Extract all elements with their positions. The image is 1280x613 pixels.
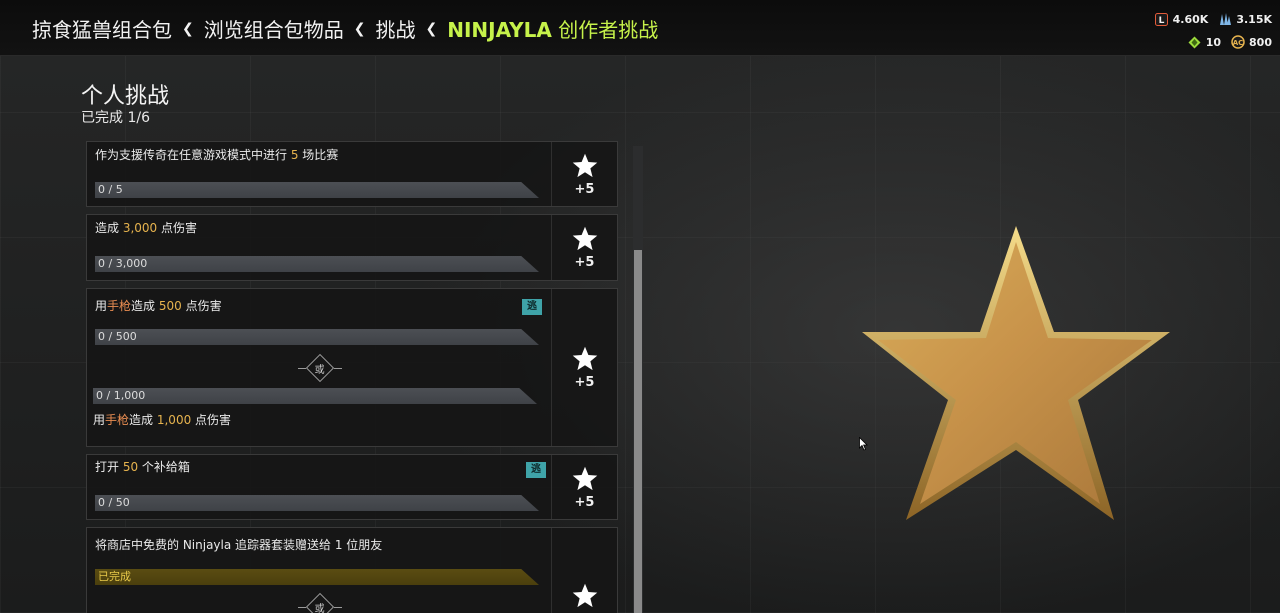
reward-points: +5 [574, 375, 595, 390]
scrollbar-thumb[interactable] [634, 250, 642, 613]
challenge-list: 作为支援传奇在任意游戏模式中进行 5 场比赛 0 / 5 +5 造成 3,000… [86, 141, 618, 613]
challenge-card[interactable]: 用手枪造成 500 点伤害 逃 0 / 500 或 0 / 1,000 用手枪造… [86, 288, 618, 447]
currency-panel: L 4.60K 3.15K 10 AC 800 [1155, 10, 1272, 56]
breadcrumb: 掠食猛兽组合包 ❮ 浏览组合包物品 ❮ 挑战 ❮ NINJAYLA 创作者挑战 [32, 14, 658, 43]
progress-bar: 0 / 5 [95, 182, 539, 198]
reward-panel: +5 [551, 455, 617, 519]
gold-star-reward-icon [862, 226, 1170, 520]
challenge-title: 造成 3,000 点伤害 [95, 221, 198, 235]
reward-points: +5 [574, 494, 595, 510]
reward-points: +5 [574, 181, 595, 197]
breadcrumb-current-cn: 创作者挑战 [551, 18, 659, 42]
star-icon [572, 583, 597, 608]
reward-panel [551, 528, 617, 613]
badge-tag: 逃 [526, 462, 546, 478]
star-icon [572, 226, 597, 251]
badge-tag: 逃 [522, 299, 542, 315]
apex-coin-value: 800 [1249, 35, 1272, 49]
challenge-card[interactable]: 打开 50 个补给箱 逃 0 / 50 +5 [86, 454, 618, 520]
gem-icon [1188, 35, 1202, 49]
challenge-title: 用手枪造成 500 点伤害 [95, 299, 222, 313]
star-icon [572, 346, 597, 371]
challenge-title-alt: 用手枪造成 1,000 点伤害 [93, 413, 232, 427]
progress-bar: 0 / 1,000 [93, 388, 537, 404]
challenge-title: 将商店中免费的 Ninjayla 追踪器套装赠送给 1 位朋友 [95, 538, 383, 552]
chevron-left-icon: ❮ [425, 20, 438, 37]
top-bar: 掠食猛兽组合包 ❮ 浏览组合包物品 ❮ 挑战 ❮ NINJAYLA 创作者挑战 … [0, 0, 1280, 56]
challenge-title: 打开 50 个补给箱 [95, 460, 190, 474]
breadcrumb-item-challenges[interactable]: 挑战 [375, 14, 415, 43]
or-separator: 或 [87, 353, 553, 383]
gem-value: 10 [1205, 35, 1222, 49]
reward-panel: +5 [551, 142, 617, 206]
chevron-left-icon: ❮ [182, 20, 194, 37]
section-progress: 已完成 1/6 [81, 110, 150, 126]
challenge-card[interactable]: 造成 3,000 点伤害 0 / 3,000 +5 [86, 214, 618, 281]
reward-points: +5 [574, 255, 595, 270]
challenge-card[interactable]: 将商店中免费的 Ninjayla 追踪器套装赠送给 1 位朋友 已完成 或 [86, 527, 618, 613]
section-title: 个人挑战 [81, 84, 170, 109]
chevron-left-icon: ❮ [353, 20, 366, 37]
star-icon [572, 153, 597, 177]
progress-bar: 0 / 3,000 [95, 256, 539, 272]
star-icon [572, 466, 597, 490]
legend-token-icon: L [1155, 12, 1169, 26]
challenge-title: 作为支援传奇在任意游戏模式中进行 5 场比赛 [95, 148, 339, 162]
legend-tokens-value: 4.60K [1172, 12, 1209, 26]
or-separator: 或 [87, 592, 553, 613]
svg-text:AC: AC [1233, 39, 1244, 47]
breadcrumb-item-browse[interactable]: 浏览组合包物品 [204, 14, 344, 43]
crafting-metals-value: 3.15K [1236, 12, 1272, 26]
reward-panel: +5 [551, 289, 617, 446]
breadcrumb-item-current: NINJAYLA 创作者挑战 [447, 14, 658, 43]
breadcrumb-current-latin: NINJAYLA [447, 18, 552, 42]
progress-bar-complete: 已完成 [95, 569, 539, 585]
challenge-card[interactable]: 作为支援传奇在任意游戏模式中进行 5 场比赛 0 / 5 +5 [86, 141, 618, 207]
progress-bar: 0 / 50 [95, 495, 539, 511]
apex-coin-icon: AC [1231, 35, 1245, 49]
mouse-cursor-icon [859, 437, 868, 451]
svg-text:L: L [1159, 16, 1165, 26]
reward-panel: +5 [551, 215, 617, 280]
progress-bar: 0 / 500 [95, 329, 539, 345]
breadcrumb-item-bundle[interactable]: 掠食猛兽组合包 [32, 14, 172, 43]
crafting-metals-icon [1218, 12, 1232, 26]
